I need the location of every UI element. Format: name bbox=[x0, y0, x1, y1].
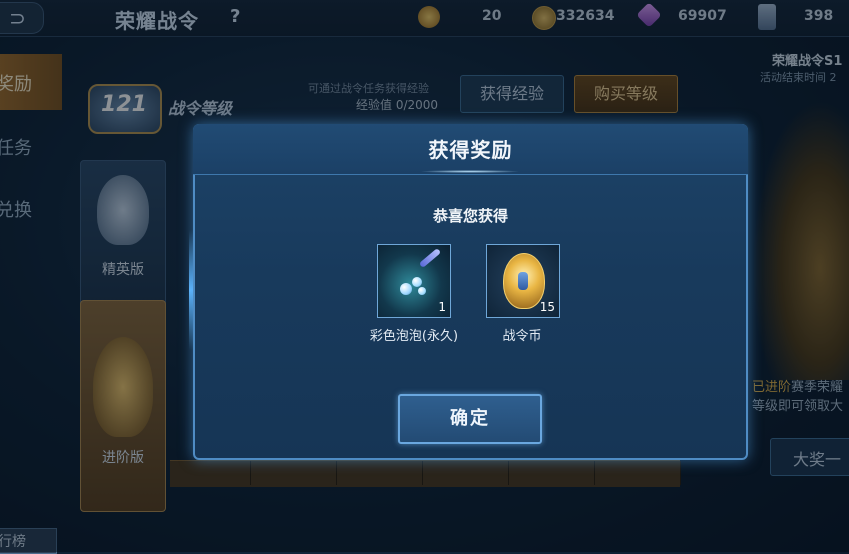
congrats-text: 恭喜您获得 bbox=[432, 207, 508, 225]
item-name-coin: 战令币 bbox=[502, 329, 542, 344]
reward-dialog-title: 获得奖励 bbox=[428, 138, 513, 162]
bubble-effect-icon bbox=[400, 277, 428, 297]
confirm-button[interactable]: 确定 bbox=[398, 394, 542, 444]
bubble-wand-icon bbox=[418, 247, 442, 269]
reward-item-coin[interactable]: 15 bbox=[486, 244, 560, 318]
reward-item-bubbles[interactable]: 1 bbox=[377, 244, 451, 318]
header-glow bbox=[420, 170, 520, 173]
item-count: 15 bbox=[539, 300, 555, 314]
item-count: 1 bbox=[438, 300, 446, 314]
